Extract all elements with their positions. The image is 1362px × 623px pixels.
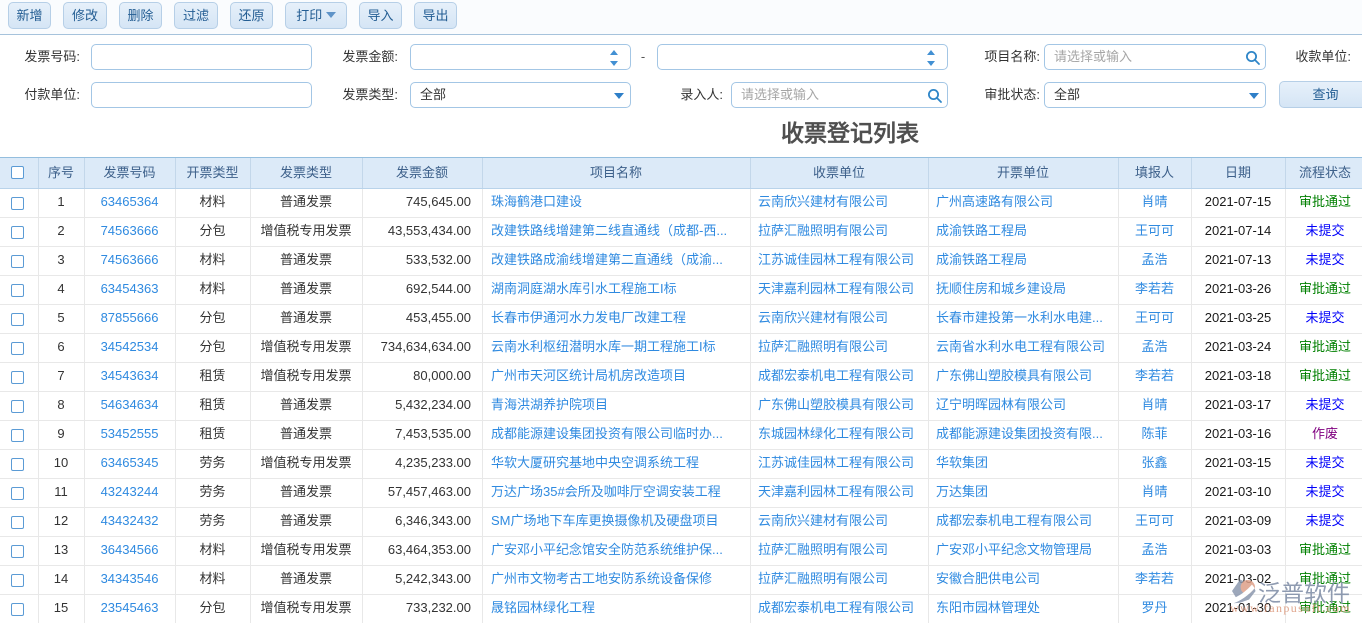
svg-text:www.fanpusoft.com: www.fanpusoft.com: [1230, 601, 1351, 615]
